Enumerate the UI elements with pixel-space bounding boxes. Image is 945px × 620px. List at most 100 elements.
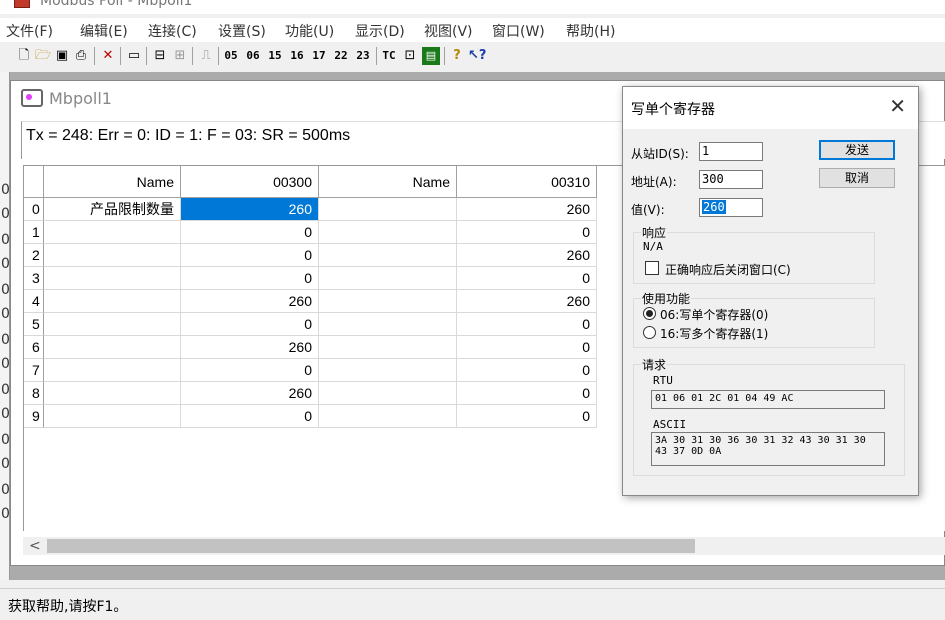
row-header: 3	[24, 267, 44, 290]
name-cell[interactable]	[44, 290, 181, 313]
name-cell[interactable]	[319, 221, 457, 244]
column-header-00300[interactable]: 00300	[181, 166, 319, 198]
row-header: 9	[24, 405, 44, 428]
print-icon[interactable]: ⎙	[72, 47, 90, 65]
name-cell[interactable]	[44, 336, 181, 359]
name-cell[interactable]	[319, 198, 457, 221]
delete-icon[interactable]: ✕	[100, 47, 116, 65]
menu-setup[interactable]: 设置(S)	[218, 21, 266, 41]
menu-help[interactable]: 帮助(H)	[566, 21, 615, 41]
function-23-button[interactable]: 23	[354, 47, 372, 65]
row-header: 0	[24, 198, 44, 221]
value-cell[interactable]: 0	[181, 359, 319, 382]
value-cell[interactable]: 260	[181, 336, 319, 359]
connect-icon[interactable]: ⊟	[152, 47, 168, 65]
value-cell[interactable]: 260	[181, 382, 319, 405]
name-cell[interactable]	[319, 267, 457, 290]
value-cell[interactable]: 0	[457, 405, 597, 428]
scroll-thumb[interactable]	[47, 539, 695, 553]
row-header: 8	[24, 382, 44, 405]
status-bar: 获取帮助,请按F1。	[0, 588, 945, 620]
value-cell[interactable]: 0	[457, 313, 597, 336]
chart-icon[interactable]: ▤	[422, 47, 440, 65]
value-cell[interactable]: 260	[457, 198, 597, 221]
horizontal-scrollbar[interactable]: <	[23, 537, 945, 555]
function-06-button[interactable]: 06	[244, 47, 262, 65]
traffic-icon[interactable]: ⊡	[402, 47, 418, 65]
dialog-titlebar: 写单个寄存器 ✕	[623, 87, 918, 129]
menu-display[interactable]: 显示(D)	[355, 21, 405, 41]
scroll-left-icon[interactable]: <	[29, 538, 41, 554]
close-icon[interactable]: ✕	[889, 95, 906, 117]
address-input[interactable]: 300	[699, 170, 763, 189]
window-icon[interactable]: ▭	[126, 47, 142, 65]
value-cell[interactable]: 260	[457, 290, 597, 313]
name-cell[interactable]	[44, 359, 181, 382]
close-on-response-label[interactable]: 正确响应后关闭窗口(C)	[665, 261, 791, 278]
name-cell[interactable]	[44, 382, 181, 405]
name-cell[interactable]	[44, 221, 181, 244]
function-16-radio[interactable]	[643, 326, 656, 339]
cancel-button[interactable]: 取消	[819, 168, 895, 188]
value-cell[interactable]: 0	[181, 244, 319, 267]
value-cell[interactable]: 0	[181, 313, 319, 336]
name-cell[interactable]	[319, 336, 457, 359]
function-05-button[interactable]: 05	[222, 47, 240, 65]
send-button[interactable]: 发送	[819, 140, 895, 160]
value-cell[interactable]: 260	[457, 244, 597, 267]
function-16-button[interactable]: 16	[288, 47, 306, 65]
menu-window[interactable]: 窗口(W)	[492, 21, 545, 41]
value-cell[interactable]: 0	[181, 267, 319, 290]
column-header-00310[interactable]: 00310	[457, 166, 597, 198]
function-15-button[interactable]: 15	[266, 47, 284, 65]
request-group-label: 请求	[641, 356, 668, 373]
disconnect-icon[interactable]: ⊞	[172, 47, 188, 65]
name-cell[interactable]	[44, 313, 181, 336]
pulse-icon[interactable]: ⎍	[198, 47, 214, 65]
name-cell[interactable]	[319, 359, 457, 382]
function-16-label[interactable]: 16:写多个寄存器(1)	[660, 325, 768, 342]
close-on-response-checkbox[interactable]	[645, 261, 659, 275]
function-06-radio[interactable]	[643, 307, 656, 320]
value-cell[interactable]: 0	[457, 382, 597, 405]
value-cell[interactable]: 0	[181, 221, 319, 244]
function-17-button[interactable]: 17	[310, 47, 328, 65]
menu-view[interactable]: 视图(V)	[424, 21, 473, 41]
value-cell[interactable]: 0	[457, 336, 597, 359]
column-header-name-2[interactable]: Name	[319, 166, 457, 198]
name-cell[interactable]	[319, 405, 457, 428]
function-22-button[interactable]: 22	[332, 47, 350, 65]
name-cell[interactable]	[44, 405, 181, 428]
name-cell[interactable]	[319, 313, 457, 336]
name-cell[interactable]: 产品限制数量	[44, 198, 181, 221]
menu-connection[interactable]: 连接(C)	[148, 21, 197, 41]
response-group-label: 响应	[641, 224, 668, 241]
name-cell[interactable]	[319, 244, 457, 267]
value-cell[interactable]: 0	[457, 221, 597, 244]
value-cell[interactable]: 0	[457, 267, 597, 290]
app-titlebar: Modbus Poll - Mbpoll1	[0, 0, 945, 14]
help-icon[interactable]: ?	[450, 47, 464, 65]
value-cell[interactable]: 0	[457, 359, 597, 382]
value-input[interactable]: 260	[699, 198, 763, 217]
menu-edit[interactable]: 编辑(E)	[80, 21, 128, 41]
name-cell[interactable]	[44, 267, 181, 290]
new-icon[interactable]: 🗋	[16, 47, 32, 65]
value-cell-selected[interactable]: 260	[181, 198, 319, 221]
tc-button[interactable]: TC	[380, 47, 398, 65]
name-cell[interactable]	[319, 290, 457, 313]
toolbar: 🗋 🗁 ▣ ⎙ ✕ ▭ ⊟ ⊞ ⎍ 05 06 15 16 17 22 23 T…	[10, 43, 945, 69]
ascii-request-box: 3A 30 31 30 36 30 31 32 43 30 31 30 43 3…	[651, 432, 885, 466]
function-06-label[interactable]: 06:写单个寄存器(0)	[660, 306, 768, 323]
menu-functions[interactable]: 功能(U)	[285, 21, 334, 41]
value-cell[interactable]: 260	[181, 290, 319, 313]
column-header-name-1[interactable]: Name	[44, 166, 181, 198]
value-cell[interactable]: 0	[181, 405, 319, 428]
open-icon[interactable]: 🗁	[34, 47, 52, 65]
name-cell[interactable]	[319, 382, 457, 405]
name-cell[interactable]	[44, 244, 181, 267]
save-icon[interactable]: ▣	[54, 47, 70, 65]
slave-id-input[interactable]: 1	[699, 142, 763, 161]
context-help-icon[interactable]: ↖?	[468, 47, 486, 65]
menu-file[interactable]: 文件(F)	[6, 21, 53, 41]
